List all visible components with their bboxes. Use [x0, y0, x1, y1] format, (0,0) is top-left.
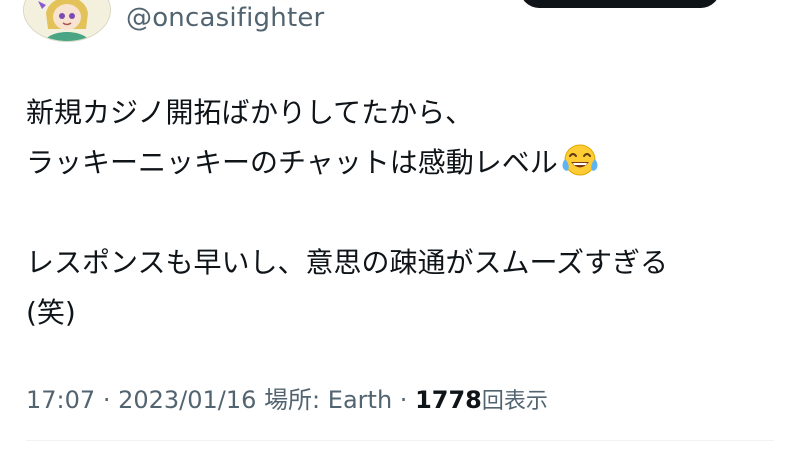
face-with-tears-of-joy-icon — [560, 142, 600, 194]
location-label: 場所: — [264, 386, 321, 414]
tweet-line-2-text: ラッキーニッキーのチャットは感動レベル — [26, 146, 558, 179]
tweet-meta: 17:07 · 2023/01/16 場所: Earth · 1778回表示 — [26, 382, 548, 420]
tweet-time[interactable]: 17:07 — [26, 386, 95, 414]
follow-button[interactable] — [520, 0, 720, 8]
tweet-line-3 — [26, 188, 786, 238]
tweet-line-5: (笑) — [26, 296, 76, 329]
tweet-line-4: レスポンスも早いし、意思の疎通がスムーズすぎる — [26, 246, 669, 279]
location-value: Earth — [327, 386, 393, 414]
tweet-date[interactable]: 2023/01/16 — [118, 386, 256, 414]
divider — [26, 440, 774, 441]
tweet-text: 新規カジノ開拓ばかりしてたから、 ラッキーニッキーのチャットは感動レベル レスポ… — [26, 88, 786, 338]
meta-separator: · — [102, 386, 111, 414]
tweet-line-1: 新規カジノ開拓ばかりしてたから、 — [26, 96, 474, 129]
tweet-line-2: ラッキーニッキーのチャットは感動レベル — [26, 138, 786, 188]
meta-separator: · — [399, 386, 408, 414]
user-handle[interactable]: @oncasifighter — [126, 2, 324, 34]
view-count-label: 回表示 — [481, 389, 548, 414]
view-count[interactable]: 1778 — [415, 386, 482, 414]
avatar[interactable] — [23, 0, 111, 42]
avatar-illustration — [24, 0, 110, 41]
